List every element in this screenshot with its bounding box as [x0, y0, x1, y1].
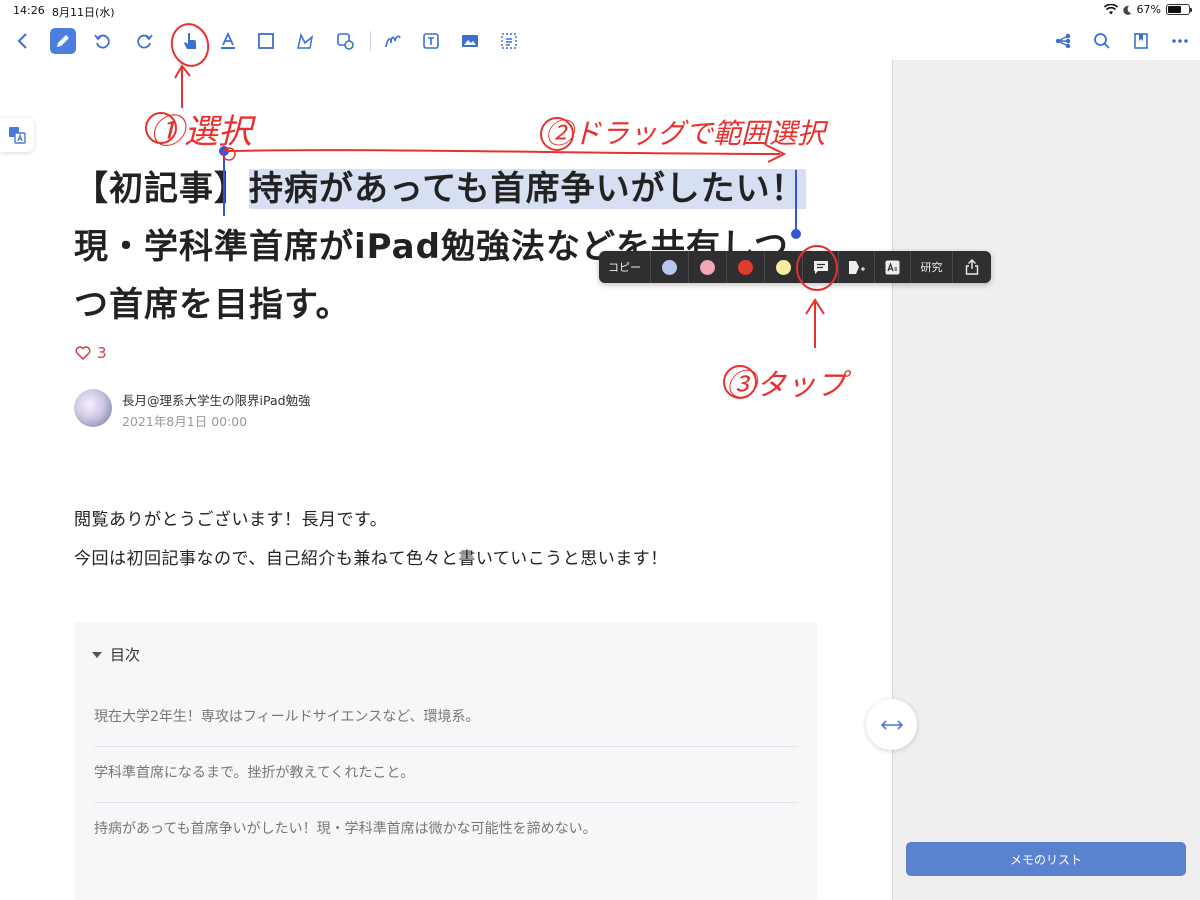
highlighter-icon[interactable] [215, 28, 241, 54]
toc-item[interactable]: 学科準首席になるまで。挫折が教えてくれたこと。 [94, 762, 798, 782]
share-out-icon [965, 259, 979, 275]
comment-icon [813, 260, 828, 274]
caret-down-icon [92, 651, 102, 658]
font-button[interactable] [875, 251, 911, 283]
search-icon[interactable] [1089, 28, 1115, 54]
battery-icon [1166, 4, 1192, 15]
paragraph-2: 今回は初回記事なので、自己紹介も兼ねて色々と書いていこうと思います！ [74, 549, 668, 569]
annotation-step-1: ①選択 [150, 112, 252, 152]
bookmark-icon[interactable] [1128, 28, 1154, 54]
status-right: 67% [1103, 3, 1192, 16]
annotation-step-3: ③タップ [726, 368, 846, 403]
color-pink-button[interactable] [689, 251, 727, 283]
selection-context-menu: コピー 研究 [599, 251, 991, 283]
avatar[interactable] [74, 389, 112, 427]
toolbar-divider [370, 31, 371, 51]
toc-heading: 目次 [110, 646, 141, 664]
toc-divider [94, 802, 798, 803]
translate-icon[interactable] [0, 118, 34, 152]
back-icon[interactable] [10, 28, 36, 54]
more-icon[interactable] [1167, 28, 1193, 54]
share-out-button[interactable] [953, 251, 991, 283]
image-icon[interactable] [457, 28, 483, 54]
lasso-icon[interactable] [292, 28, 318, 54]
copy-button[interactable]: コピー [599, 251, 651, 283]
scan-icon[interactable] [496, 28, 522, 54]
font-icon [885, 260, 900, 274]
selection-start-handle[interactable] [223, 152, 225, 216]
toolbar [0, 22, 1200, 60]
toc-item[interactable]: 持病があっても首席争いがしたい！現・学科準首席は微かな可能性を諦めない。 [94, 818, 798, 838]
toc-divider [94, 746, 798, 747]
research-button[interactable]: 研究 [911, 251, 953, 283]
text-box-icon[interactable] [418, 28, 444, 54]
clock: 14:26 [13, 4, 45, 17]
moon-icon [1122, 5, 1132, 15]
memo-list-button[interactable]: メモのリスト [906, 842, 1186, 876]
color-swatch [738, 259, 753, 275]
like-button[interactable]: 3 [75, 344, 107, 362]
selection-end-handle[interactable] [795, 170, 797, 232]
memo-comment-button[interactable] [803, 251, 839, 283]
publish-date: 2021年8月1日 00:00 [122, 414, 248, 429]
heart-icon [75, 346, 91, 360]
wifi-icon [1103, 4, 1118, 15]
memo-pane [892, 60, 1200, 900]
color-swatch [776, 259, 791, 275]
color-blue-button[interactable] [651, 251, 689, 283]
annotation-step-2: ②ドラッグで範囲選択 [545, 117, 826, 150]
table-of-contents: 目次 現在大学2年生！専攻はフィールドサイエンスなど、環境系。 学科準首席になる… [74, 622, 817, 900]
color-swatch [700, 259, 715, 275]
image-settings-icon[interactable] [332, 28, 358, 54]
color-red-button[interactable] [727, 251, 765, 283]
pen-icon[interactable] [50, 28, 76, 54]
redo-icon[interactable] [132, 28, 158, 54]
text-style-icon [848, 260, 865, 274]
selected-text[interactable]: 持病があっても首席争いがしたい！ [249, 169, 806, 209]
date: 8月11日(水) [52, 6, 115, 19]
split-view-handle[interactable] [866, 699, 917, 750]
paragraph-1: 閲覧ありがとうございます！長月です。 [74, 510, 388, 530]
freehand-icon[interactable] [380, 28, 406, 54]
like-count: 3 [97, 344, 107, 362]
share-icon[interactable] [1050, 28, 1076, 54]
author-name[interactable]: 長月@理系大学生の限界iPad勉強 [122, 390, 311, 409]
status-bar: 14:26 8月11日(水) 67% [0, 0, 1200, 22]
rectangle-select-icon[interactable] [253, 28, 279, 54]
pointer-hand-icon[interactable] [177, 28, 203, 54]
color-yellow-button[interactable] [765, 251, 803, 283]
dictionary-button[interactable] [839, 251, 875, 283]
battery-percent: 67% [1136, 3, 1161, 16]
title-line-3: つ首席を目指す。 [74, 285, 351, 325]
undo-icon[interactable] [89, 28, 115, 54]
color-swatch [662, 259, 677, 275]
article-title: 【初記事】持病があっても首席争いがしたい！ 現・学科準首席がiPad勉強法などを… [74, 160, 834, 334]
selection-end-dot[interactable] [791, 229, 801, 239]
toc-item[interactable]: 現在大学2年生！専攻はフィールドサイエンスなど、環境系。 [94, 706, 798, 726]
toc-toggle[interactable]: 目次 [92, 644, 140, 665]
resize-arrows-icon [880, 719, 903, 730]
